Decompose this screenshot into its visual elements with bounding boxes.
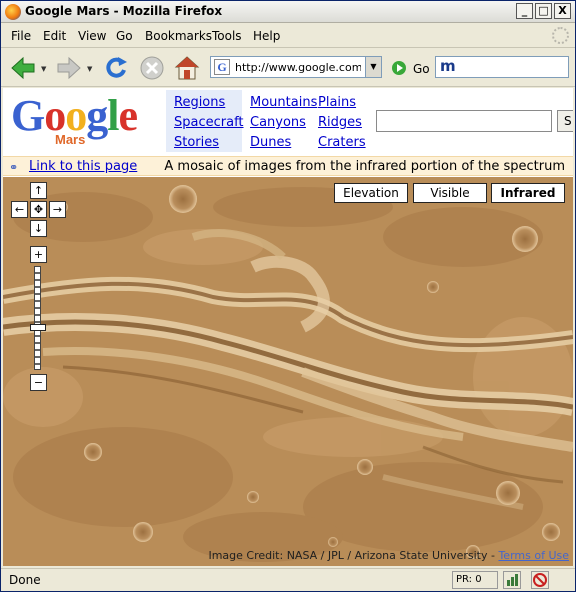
pan-center-button[interactable]: ✥: [30, 201, 47, 218]
menu-bookmarks[interactable]: Bookmarks: [145, 29, 212, 43]
nav-stories[interactable]: Stories: [174, 135, 219, 150]
back-arrow-icon: [11, 56, 35, 80]
search-input[interactable]: [376, 110, 552, 132]
minimize-button[interactable]: _: [516, 3, 533, 19]
navigation-toolbar: ▼ ▼ G http://www.google.com/r ▼ Go m: [1, 49, 575, 87]
info-bar: ⚭ Link to this page A mosaic of images f…: [3, 156, 573, 176]
window-title: Google Mars - Mozilla Firefox: [25, 4, 223, 18]
forward-arrow-icon: [57, 56, 81, 80]
mars-terrain-image: [3, 177, 573, 566]
menu-bar: File Edit View Go Bookmarks Tools Help: [1, 24, 575, 48]
forward-dropdown-icon[interactable]: ▼: [87, 65, 92, 73]
logo-letter: l: [107, 91, 119, 140]
pan-down-button[interactable]: ↓: [30, 220, 47, 237]
back-dropdown-icon[interactable]: ▼: [41, 65, 46, 73]
popup-blocker-icon[interactable]: [531, 571, 549, 589]
maptype-elevation[interactable]: Elevation: [334, 183, 408, 203]
menu-tools[interactable]: Tools: [212, 29, 242, 43]
search-engine-box[interactable]: m: [435, 56, 569, 78]
back-button[interactable]: [9, 54, 37, 82]
menu-edit[interactable]: Edit: [43, 29, 66, 43]
firefox-icon: [5, 4, 21, 20]
close-button[interactable]: X: [554, 3, 571, 19]
reload-button[interactable]: [102, 54, 130, 82]
blocked-icon: [533, 573, 547, 587]
maptype-visible[interactable]: Visible: [413, 183, 487, 203]
zoom-slider-track[interactable]: [34, 266, 41, 370]
zoom-out-button[interactable]: −: [30, 374, 47, 391]
address-bar[interactable]: G http://www.google.com/r ▼: [210, 56, 382, 78]
pan-left-button[interactable]: ←: [11, 201, 28, 218]
nav-mountains[interactable]: Mountains: [250, 95, 317, 110]
go-button[interactable]: Go: [413, 62, 430, 76]
logo-letter: g: [86, 91, 108, 140]
search-engine-icon[interactable]: m: [440, 57, 456, 75]
nav-spacecraft[interactable]: Spacecraft: [174, 115, 244, 130]
go-icon[interactable]: [392, 61, 406, 75]
nav-canyons[interactable]: Canyons: [250, 115, 306, 130]
nav-craters[interactable]: Craters: [318, 135, 366, 150]
maptype-infrared[interactable]: Infrared: [491, 183, 565, 203]
menu-file[interactable]: File: [11, 29, 31, 43]
logo-subtitle: Mars: [55, 132, 86, 147]
terms-of-use-link[interactable]: Terms of Use: [498, 549, 569, 562]
reload-icon: [106, 57, 127, 78]
menu-view[interactable]: View: [78, 29, 106, 43]
home-button[interactable]: [173, 54, 201, 82]
address-dropdown-icon[interactable]: ▼: [365, 57, 381, 77]
status-bar: Done PR: 0: [1, 568, 575, 591]
pan-right-button[interactable]: →: [49, 201, 66, 218]
browser-window: Google Mars - Mozilla Firefox _ □ X File…: [0, 0, 576, 592]
title-bar: Google Mars - Mozilla Firefox _ □ X: [1, 1, 575, 23]
throbber-icon: [552, 27, 569, 44]
menu-go[interactable]: Go: [116, 29, 133, 43]
home-icon: [174, 56, 200, 80]
nav-ridges[interactable]: Ridges: [318, 115, 362, 130]
pagerank-indicator[interactable]: PR: 0: [452, 571, 498, 589]
zoom-slider-thumb[interactable]: [30, 324, 46, 331]
zoom-in-button[interactable]: +: [30, 246, 47, 263]
nav-plains[interactable]: Plains: [318, 95, 356, 110]
link-icon: ⚭: [9, 161, 19, 174]
bar-chart-icon: [507, 574, 518, 586]
image-credit: Image Credit: NASA / JPL / Arizona State…: [208, 549, 569, 562]
site-favicon: G: [214, 59, 230, 75]
address-text: http://www.google.com/r: [235, 61, 361, 74]
stop-button[interactable]: [138, 54, 166, 82]
google-mars-logo[interactable]: Google Mars: [11, 92, 161, 152]
maximize-button[interactable]: □: [535, 3, 552, 19]
page-content: Google Mars Regions Spacecraft Stories M…: [3, 88, 573, 566]
nav-regions[interactable]: Regions: [174, 95, 225, 110]
forward-button[interactable]: [55, 54, 83, 82]
search-button[interactable]: S: [557, 110, 573, 132]
menu-help[interactable]: Help: [253, 29, 280, 43]
logo-letter: G: [11, 91, 45, 140]
mars-map[interactable]: Elevation Visible Infrared ↑ ← ✥ → ↓ + −…: [3, 177, 573, 566]
credit-text: Image Credit: NASA / JPL / Arizona State…: [208, 549, 499, 562]
stats-icon[interactable]: [503, 571, 521, 589]
logo-letter: e: [118, 91, 138, 140]
link-to-this-page[interactable]: Link to this page: [29, 159, 137, 174]
stop-icon: [140, 56, 164, 80]
status-text: Done: [9, 573, 41, 587]
pan-up-button[interactable]: ↑: [30, 182, 47, 199]
map-description: A mosaic of images from the infrared por…: [164, 159, 565, 174]
nav-dunes[interactable]: Dunes: [250, 135, 291, 150]
